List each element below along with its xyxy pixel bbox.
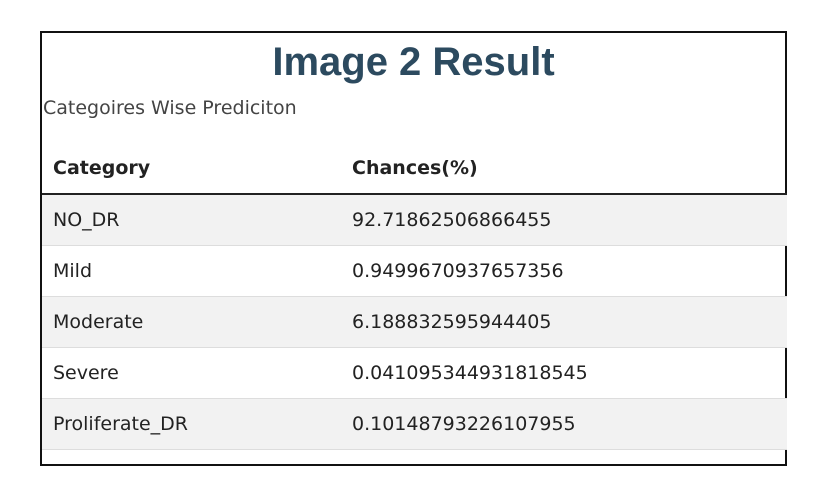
table-body: NO_DR 92.71862506866455 Mild 0.949967093… [42,193,787,450]
chance-cell: 92.71862506866455 [341,193,787,246]
table-row: Moderate 6.188832595944405 [42,296,787,348]
category-cell: NO_DR [42,193,341,246]
table-row: Severe 0.041095344931818545 [42,347,787,399]
header-row: Category Chances(%) [42,143,787,195]
chance-cell: 0.10148793226107955 [341,398,787,450]
category-cell: Proliferate_DR [42,398,341,450]
category-cell: Severe [42,347,341,399]
column-header-chances: Chances(%) [341,143,787,195]
page-title: Image 2 Result [272,40,555,84]
chance-cell: 6.188832595944405 [341,296,787,348]
table-row: NO_DR 92.71862506866455 [42,193,787,246]
table-row: Mild 0.9499670937657356 [42,245,787,297]
column-header-category: Category [42,143,341,195]
prediction-subtitle: Categoires Wise Prediciton [43,97,297,119]
chance-cell: 0.9499670937657356 [341,245,787,297]
category-cell: Mild [42,245,341,297]
category-cell: Moderate [42,296,341,348]
chance-cell: 0.041095344931818545 [341,347,787,399]
table-header: Category Chances(%) [42,143,787,195]
table-row: Proliferate_DR 0.10148793226107955 [42,398,787,450]
result-card: Image 2 Result Categoires Wise Predicito… [40,31,787,466]
prediction-table: Category Chances(%) NO_DR 92.71862506866… [42,143,787,450]
